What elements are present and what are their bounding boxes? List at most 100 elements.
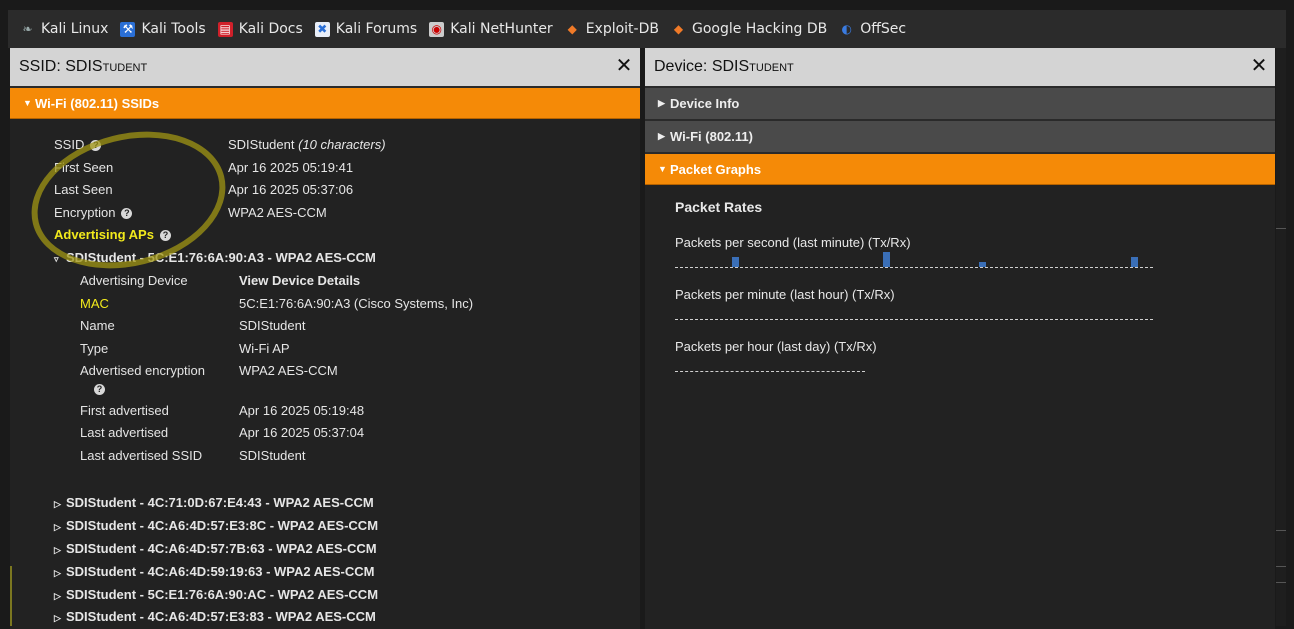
device-panel-title: Device: SDIStudent ✕ <box>645 48 1275 88</box>
background-window-edge <box>1276 48 1286 626</box>
ap-list-item[interactable]: ▷ SDIStudent - 4C:A6:4D:57:7B:63 - WPA2 A… <box>54 541 377 556</box>
bookmark-offsec[interactable]: ◐ OffSec <box>839 21 906 37</box>
type-value: Wi-Fi AP <box>239 341 290 356</box>
bookmark-kali-nethunter[interactable]: ◉ Kali NetHunter <box>429 21 553 37</box>
close-icon[interactable]: ✕ <box>614 56 634 76</box>
graph-per-second-baseline <box>675 267 1153 269</box>
ssid-value: SDIStudent <box>228 137 295 152</box>
graph-bar <box>883 252 890 267</box>
ap-title: SDIStudent - 4C:A6:4D:57:7B:63 - WPA2 AE… <box>66 541 377 556</box>
bookmark-label: Kali Docs <box>238 21 303 37</box>
name-value: SDIStudent <box>239 318 306 333</box>
bookmark-kali-tools[interactable]: ⚒ Kali Tools <box>120 21 206 37</box>
kali-docs-icon: ▤ <box>217 21 233 37</box>
kali-nethunter-icon: ◉ <box>429 21 445 37</box>
ap-title: SDIStudent - 5C:E1:76:6A:90:AC - WPA2 AE… <box>66 587 379 602</box>
bookmark-kali-forums[interactable]: ✖ Kali Forums <box>314 21 418 37</box>
section-label: Wi-Fi (802.11) <box>670 129 753 144</box>
bookmark-label: Google Hacking DB <box>691 21 828 37</box>
expanded-ap-title: SDIStudent - 5C:E1:76:6A:90:A3 - WPA2 AE… <box>66 250 376 265</box>
ghdb-icon: ◆ <box>673 21 684 36</box>
ap-list-item[interactable]: ▷ SDIStudent - 4C:71:0D:67:E4:43 - WPA2 A… <box>54 495 374 510</box>
background-divider <box>1276 228 1286 229</box>
first-seen-label: First Seen <box>54 160 114 175</box>
caret-right-icon: ▶ <box>658 98 665 108</box>
ap-list-item[interactable]: ▷ SDIStudent - 4C:A6:4D:59:19:63 - WPA2 A… <box>54 564 374 579</box>
wifi-ssids-section-header[interactable]: ▼ Wi-Fi (802.11) SSIDs <box>10 88 640 119</box>
ap-title: SDIStudent - 4C:71:0D:67:E4:43 - WPA2 AE… <box>66 495 374 510</box>
background-divider <box>1276 566 1286 567</box>
ssid-panel: SSID: SDIStudent ✕ ▼ Wi-Fi (802.11) SSID… <box>10 48 640 629</box>
expanded-ap-header[interactable]: ▿ SDIStudent - 5C:E1:76:6A:90:A3 - WPA2 A… <box>54 250 376 265</box>
wifi-section-header[interactable]: ▶ Wi-Fi (802.11) <box>645 121 1275 154</box>
caret-right-icon: ▷ <box>54 568 61 578</box>
caret-right-icon: ▶ <box>658 131 665 141</box>
section-label: Packet Graphs <box>670 161 762 177</box>
help-icon[interactable]: ? <box>94 384 105 396</box>
encryption-label: Encryption <box>54 205 116 220</box>
panel-title-name: SDIStudent <box>711 58 794 75</box>
graph-title-per-hour: Packets per hour (last day) (Tx/Rx) <box>675 339 877 354</box>
graph-bar <box>1131 257 1138 267</box>
last-advertised-value: Apr 16 2025 05:37:04 <box>239 425 365 440</box>
advertising-device-label: Advertising Device <box>80 273 188 288</box>
bookmark-label: OffSec <box>860 21 907 37</box>
last-advertised-ssid-value: SDIStudent <box>239 448 306 463</box>
ap-title: SDIStudent - 4C:A6:4D:57:E3:83 - WPA2 AE… <box>66 609 376 624</box>
last-advertised-label: Last advertised <box>80 425 169 440</box>
ssid-length-note: (10 characters) <box>298 137 386 152</box>
section-label: Wi-Fi (802.11) SSIDs <box>35 95 160 111</box>
view-device-details-link[interactable]: View Device Details <box>239 273 360 288</box>
bookmark-kali-linux[interactable]: ❧ Kali Linux <box>20 21 108 37</box>
bookmark-label: Kali NetHunter <box>450 21 553 37</box>
bookmark-label: Kali Forums <box>335 21 418 37</box>
background-divider <box>1276 582 1286 583</box>
panel-title-name: SDIStudent <box>65 58 148 75</box>
ssid-value-row: SDIStudent (10 characters) <box>228 137 386 152</box>
first-advertised-label: First advertised <box>80 403 169 418</box>
close-icon[interactable]: ✕ <box>1249 56 1269 76</box>
graph-bar <box>979 262 986 267</box>
device-panel: Device: SDIStudent ✕ ▶ Device Info ▶ Wi-… <box>645 48 1275 629</box>
encryption-value: WPA2 AES-CCM <box>228 205 327 220</box>
advertised-encryption-value: WPA2 AES-CCM <box>239 363 338 378</box>
device-info-section-header[interactable]: ▶ Device Info <box>645 88 1275 121</box>
last-advertised-ssid-label: Last advertised SSID <box>80 448 203 463</box>
help-icon[interactable]: ? <box>121 208 133 220</box>
ssid-panel-title: SSID: SDIStudent ✕ <box>10 48 640 88</box>
offsec-icon: ◐ <box>841 21 852 36</box>
ssid-label: SSID <box>54 137 85 152</box>
ap-title: SDIStudent - 4C:A6:4D:57:E3:8C - WPA2 AE… <box>66 518 379 533</box>
ssid-label-row: SSID? <box>54 137 102 152</box>
last-seen-label: Last Seen <box>54 182 113 197</box>
advertising-aps-label: Advertising APs <box>54 227 154 242</box>
graph-title-per-second: Packets per second (last minute) (Tx/Rx) <box>675 235 911 250</box>
type-label: Type <box>80 341 109 356</box>
ap-list-item[interactable]: ▷ SDIStudent - 4C:A6:4D:57:E3:8C - WPA2 A… <box>54 518 378 533</box>
ap-list-item[interactable]: ▷ SDIStudent - 5C:E1:76:6A:90:AC - WPA2 A… <box>54 587 378 602</box>
packet-graphs-section-header[interactable]: ▼ Packet Graphs <box>645 154 1275 185</box>
advertised-encryption-help: ? <box>88 381 105 396</box>
mac-value: 5C:E1:76:6A:90:A3 (Cisco Systems, Inc) <box>239 296 474 311</box>
help-icon[interactable]: ? <box>90 140 102 152</box>
help-icon[interactable]: ? <box>159 230 171 242</box>
caret-right-icon: ▷ <box>54 522 61 532</box>
advertising-aps-row: Advertising APs? <box>54 227 171 242</box>
bookmark-kali-docs[interactable]: ▤ Kali Docs <box>217 21 303 37</box>
name-label: Name <box>80 318 115 333</box>
bookmark-google-hacking-db[interactable]: ◆ Google Hacking DB <box>671 21 827 37</box>
caret-right-icon: ▷ <box>54 613 61 623</box>
bookmarks-toolbar: ❧ Kali Linux ⚒ Kali Tools ▤ Kali Docs ✖ … <box>8 10 1286 48</box>
graph-bar <box>732 257 739 267</box>
kali-dragon-icon: ❧ <box>22 21 33 36</box>
advertised-encryption-label: Advertised encryption <box>80 363 206 378</box>
bookmark-exploit-db[interactable]: ◆ Exploit-DB <box>565 21 659 37</box>
section-label: Device Info <box>670 96 740 111</box>
kali-forums-icon: ✖ <box>314 21 330 37</box>
annotation-edge-mark <box>10 566 12 626</box>
exploit-db-icon: ◆ <box>567 21 577 36</box>
ap-list-item[interactable]: ▷ SDIStudent - 4C:A6:4D:57:E3:83 - WPA2 A… <box>54 609 376 624</box>
packet-rates-heading: Packet Rates <box>675 199 763 215</box>
bookmark-label: Kali Linux <box>41 21 109 37</box>
encryption-label-row: Encryption? <box>54 205 133 220</box>
